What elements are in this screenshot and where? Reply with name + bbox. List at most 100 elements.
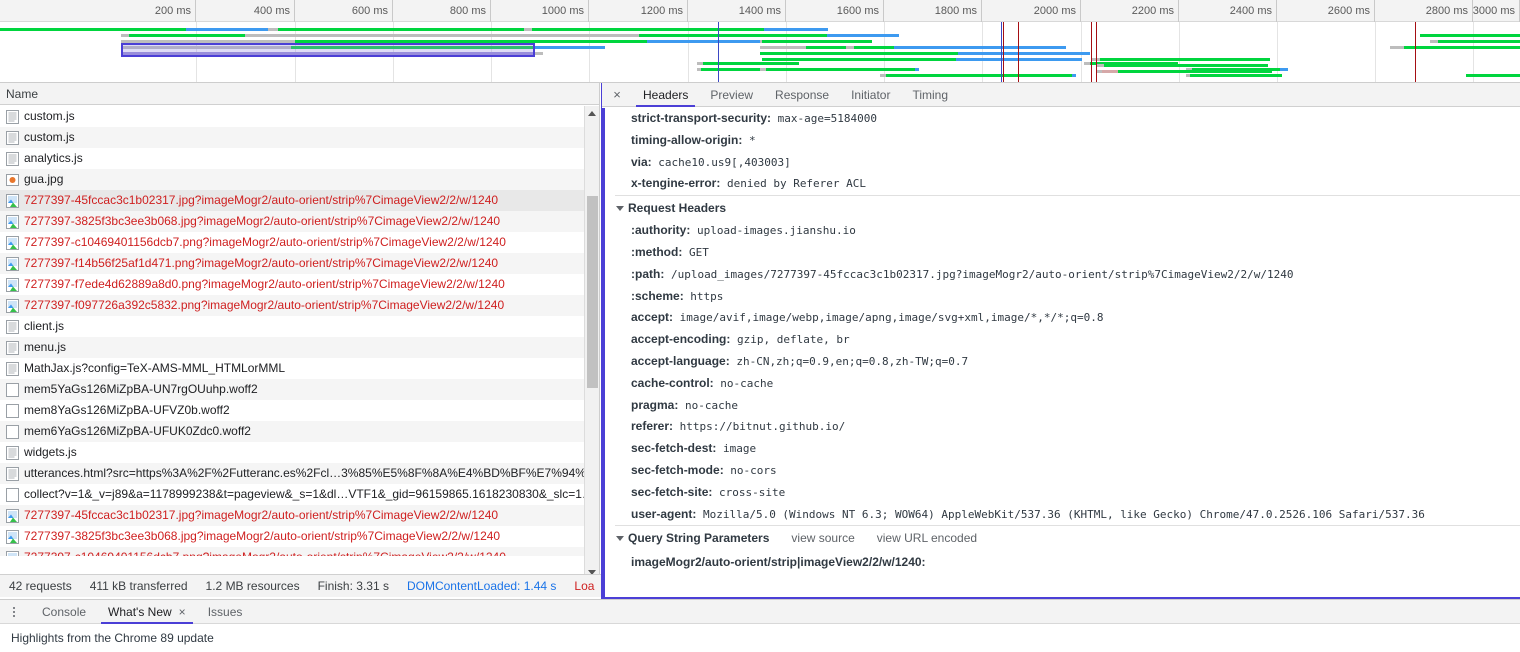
request-row[interactable]: 7277397-3825f3bc3ee3b068.jpg?imageMogr2/…	[0, 526, 585, 547]
waterfall-bar	[0, 64, 1520, 67]
request-row[interactable]: gua.jpg	[0, 169, 585, 190]
drawer-tab-label: Issues	[207, 604, 243, 619]
network-overview-timeline[interactable]: 200 ms 400 ms 600 ms 800 ms 1000 ms 1200 ms 14…	[0, 0, 1520, 83]
request-row[interactable]: 7277397-45fccac3c1b02317.jpg?imageMogr2/…	[0, 505, 585, 526]
request-name: widgets.js	[24, 445, 77, 459]
request-row[interactable]: collect?v=1&_v=j89&a=1178999238&t=pagevi…	[0, 484, 585, 505]
header-value: GET	[682, 245, 709, 259]
waterfall-bar	[0, 34, 1520, 37]
request-row[interactable]: MathJax.js?config=TeX-AMS-MML_HTMLorMML	[0, 358, 585, 379]
tab-timing[interactable]: Timing	[901, 83, 959, 107]
waterfall-bar	[0, 74, 1520, 77]
font-icon	[6, 382, 19, 397]
request-name: 7277397-c10469401156dcb7.png?imageMogr2/…	[24, 547, 506, 556]
broken-image-icon	[6, 529, 19, 544]
more-options-icon[interactable]	[5, 602, 23, 622]
waterfall-segment	[524, 28, 532, 31]
query-parameter-row: imageMogr2/auto-orient/strip|imageView2/…	[631, 555, 926, 570]
request-name: 7277397-45fccac3c1b02317.jpg?imageMogr2/…	[24, 508, 499, 522]
request-list-scrollbar[interactable]	[584, 106, 599, 580]
request-row[interactable]: 7277397-f097726a392c5832.png?imageMogr2/…	[0, 295, 585, 316]
request-header-row: accept: image/avif,image/webp,image/apng…	[615, 307, 1520, 329]
response-header-row: timing-allow-origin: *	[615, 130, 1520, 152]
collapse-triangle-icon[interactable]	[616, 205, 624, 211]
script-icon	[6, 340, 19, 355]
header-key: x-tengine-error:	[631, 176, 721, 191]
request-row[interactable]: mem8YaGs126MiZpBA-UFVZ0b.woff2	[0, 400, 585, 421]
request-header-row: accept-encoding: gzip, deflate, br	[615, 329, 1520, 351]
font-icon	[6, 403, 19, 418]
header-key: cache-control:	[631, 375, 714, 390]
tab-response[interactable]: Response	[764, 83, 840, 107]
header-value: upload-images.jianshu.io	[690, 224, 856, 238]
header-value: image	[716, 442, 757, 456]
request-name: menu.js	[24, 340, 67, 354]
waterfall-segment	[268, 28, 278, 31]
request-row[interactable]: 7277397-c10469401156dcb7.png?imageMogr2/…	[0, 547, 585, 556]
waterfall-selected-request[interactable]	[121, 43, 535, 57]
script-icon	[6, 130, 19, 145]
header-value: no-cors	[723, 463, 777, 477]
header-key: user-agent:	[631, 506, 697, 521]
drawer-tab-console[interactable]: Console	[31, 600, 97, 624]
broken-image-icon	[6, 550, 19, 556]
domcontentloaded-marker	[1001, 22, 1002, 82]
header-key: :authority:	[631, 223, 691, 238]
response-headers-list: strict-transport-security: max-age=51840…	[615, 108, 1520, 195]
request-row[interactable]: custom.js	[0, 127, 585, 148]
script-icon	[6, 319, 19, 334]
broken-image-icon	[6, 214, 19, 229]
devtools-network-panel: 200 ms 400 ms 600 ms 800 ms 1000 ms 1200 ms 14…	[0, 0, 1520, 652]
query-string-section-title[interactable]: Query String Parameters view source view…	[615, 525, 1520, 550]
view-url-encoded-link[interactable]: view URL encoded	[877, 526, 977, 551]
doc-icon	[6, 466, 19, 481]
request-row[interactable]: 7277397-45fccac3c1b02317.jpg?imageMogr2/…	[0, 190, 585, 211]
header-key: :scheme:	[631, 288, 684, 303]
header-value: Mozilla/5.0 (Windows NT 6.3; WOW64) Appl…	[696, 507, 1425, 521]
tab-initiator[interactable]: Initiator	[840, 83, 901, 107]
waterfall-segment	[1100, 58, 1270, 61]
request-row[interactable]: client.js	[0, 316, 585, 337]
drawer-tab-issues[interactable]: Issues	[197, 600, 254, 624]
status-transferred: 411 kB transferred	[89, 579, 188, 593]
ruler-tick: 3000 ms	[0, 0, 1520, 22]
tab-preview[interactable]: Preview	[699, 83, 764, 107]
header-value: cache10.us9[,403003]	[651, 155, 791, 169]
response-header-row: strict-transport-security: max-age=51840…	[615, 108, 1520, 130]
tab-headers[interactable]: Headers	[632, 83, 699, 107]
request-header-row: user-agent: Mozilla/5.0 (Windows NT 6.3;…	[615, 504, 1520, 526]
request-row[interactable]: 7277397-f14b56f25af1d471.png?imageMogr2/…	[0, 253, 585, 274]
request-row[interactable]: menu.js	[0, 337, 585, 358]
request-row[interactable]: widgets.js	[0, 442, 585, 463]
request-row[interactable]: analytics.js	[0, 148, 585, 169]
request-row[interactable]: mem5YaGs126MiZpBA-UN7rgOUuhp.woff2	[0, 379, 585, 400]
request-name: analytics.js	[24, 151, 83, 165]
drawer-tab-bar: Console What's New × Issues	[0, 600, 1520, 624]
request-headers-section-title[interactable]: Request Headers	[615, 195, 1520, 220]
request-row[interactable]: 7277397-f7ede4d62889a8d0.png?imageMogr2/…	[0, 274, 585, 295]
header-key: referer:	[631, 419, 674, 434]
view-source-link[interactable]: view source	[791, 526, 854, 551]
script-icon	[6, 361, 19, 376]
close-detail-icon[interactable]: ×	[608, 86, 626, 104]
waterfall-segment	[1096, 64, 1104, 67]
drawer-tab-label: What's New	[108, 604, 172, 619]
drawer-tab-whats-new[interactable]: What's New ×	[97, 600, 197, 624]
request-row[interactable]: utterances.html?src=https%3A%2F%2Futtera…	[0, 463, 585, 484]
header-value: zh-CN,zh;q=0.9,en;q=0.8,zh-TW;q=0.7	[729, 354, 969, 368]
header-key: sec-fetch-mode:	[631, 462, 724, 477]
response-header-row: via: cache10.us9[,403003]	[615, 152, 1520, 174]
scroll-up-arrow-icon[interactable]	[585, 106, 599, 121]
request-row[interactable]: 7277397-c10469401156dcb7.png?imageMogr2/…	[0, 232, 585, 253]
request-rows[interactable]: custom.js custom.js analytics.js gua.jpg 727…	[0, 106, 585, 556]
header-value: cross-site	[712, 485, 786, 499]
request-name: 7277397-c10469401156dcb7.png?imageMogr2/…	[24, 235, 506, 249]
scrollbar-thumb[interactable]	[587, 196, 598, 388]
collapse-triangle-icon[interactable]	[616, 535, 624, 541]
network-status-bar: 42 requests 411 kB transferred 1.2 MB re…	[0, 574, 602, 597]
request-row[interactable]: mem6YaGs126MiZpBA-UFUK0Zdc0.woff2	[0, 421, 585, 442]
request-row[interactable]: custom.js	[0, 106, 585, 127]
request-row[interactable]: 7277397-3825f3bc3ee3b068.jpg?imageMogr2/…	[0, 211, 585, 232]
header-value: /upload_images/7277397-45fccac3c1b02317.…	[664, 267, 1294, 281]
close-tab-icon[interactable]: ×	[179, 600, 186, 624]
